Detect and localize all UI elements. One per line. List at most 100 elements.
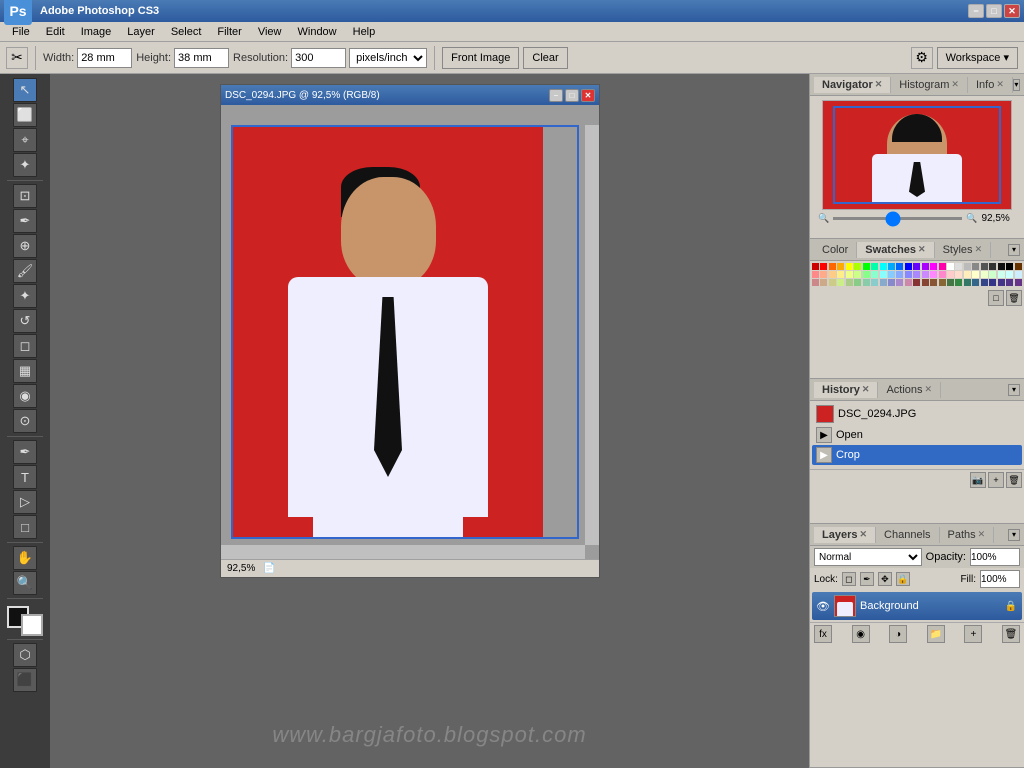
new-layer-button[interactable]: + [964, 625, 982, 643]
tab-info-close[interactable]: ✕ [996, 79, 1004, 90]
healing-brush-tool[interactable]: ⊕ [13, 234, 37, 258]
lasso-tool[interactable]: ⌖ [13, 128, 37, 152]
swatch-26[interactable] [820, 271, 827, 278]
swatch-66[interactable] [947, 279, 954, 286]
magic-wand-tool[interactable]: ✦ [13, 153, 37, 177]
new-group-button[interactable]: 📁 [927, 625, 945, 643]
swatch-14[interactable] [930, 263, 937, 270]
delete-layer-button[interactable]: 🗑 [1002, 625, 1020, 643]
swatch-41[interactable] [947, 271, 954, 278]
new-swatch-button[interactable]: □ [988, 290, 1004, 306]
menu-help[interactable]: Help [345, 24, 384, 40]
swatch-8[interactable] [880, 263, 887, 270]
swatch-52[interactable] [829, 279, 836, 286]
swatch-49[interactable] [1015, 271, 1022, 278]
swatch-56[interactable] [863, 279, 870, 286]
tab-actions[interactable]: Actions ✕ [878, 382, 941, 398]
swatch-29[interactable] [846, 271, 853, 278]
swatch-6[interactable] [863, 263, 870, 270]
doc-minimize-button[interactable]: − [549, 89, 563, 102]
swatch-61[interactable] [905, 279, 912, 286]
tab-history-close[interactable]: ✕ [862, 384, 870, 395]
swatch-15[interactable] [939, 263, 946, 270]
swatch-33[interactable] [880, 271, 887, 278]
resolution-unit-select[interactable]: pixels/inch pixels/cm [349, 48, 427, 68]
crop-tool[interactable]: ⊡ [13, 184, 37, 208]
swatch-69[interactable] [972, 279, 979, 286]
swatch-58[interactable] [880, 279, 887, 286]
delete-swatch-button[interactable]: 🗑 [1006, 290, 1022, 306]
layers-panel-collapse[interactable]: ▾ [1008, 529, 1020, 541]
swatch-21[interactable] [989, 263, 996, 270]
fill-input[interactable] [980, 570, 1020, 588]
workspace-button[interactable]: Workspace ▾ [937, 47, 1018, 69]
tab-histogram-close[interactable]: ✕ [951, 79, 959, 90]
swatch-74[interactable] [1015, 279, 1022, 286]
swatch-2[interactable] [829, 263, 836, 270]
swatch-23[interactable] [1006, 263, 1013, 270]
swatch-11[interactable] [905, 263, 912, 270]
swatch-46[interactable] [989, 271, 996, 278]
history-panel-collapse[interactable]: ▾ [1008, 384, 1020, 396]
quick-mask-mode[interactable]: ⬡ [13, 643, 37, 667]
tab-navigator-close[interactable]: ✕ [875, 79, 883, 90]
swatch-4[interactable] [846, 263, 853, 270]
crop-tool-options-icon[interactable]: ✂ [6, 47, 28, 69]
path-selection-tool[interactable]: ▷ [13, 490, 37, 514]
layer-item-background[interactable]: 👁 Background 🔒 [812, 592, 1022, 620]
swatch-17[interactable] [955, 263, 962, 270]
menu-view[interactable]: View [250, 24, 290, 40]
tab-styles-close[interactable]: ✕ [975, 244, 983, 255]
doc-close-button[interactable]: ✕ [581, 89, 595, 102]
document-scrollbar-horizontal[interactable] [221, 545, 585, 559]
swatch-60[interactable] [896, 279, 903, 286]
swatch-24[interactable] [1015, 263, 1022, 270]
tab-actions-close[interactable]: ✕ [925, 384, 933, 395]
history-item-0[interactable]: DSC_0294.JPG [812, 403, 1022, 425]
blend-mode-select[interactable]: Normal Multiply Screen [814, 548, 922, 566]
swatch-44[interactable] [972, 271, 979, 278]
hand-tool[interactable]: ✋ [13, 546, 37, 570]
swatch-57[interactable] [871, 279, 878, 286]
swatch-59[interactable] [888, 279, 895, 286]
swatch-31[interactable] [863, 271, 870, 278]
shape-tool[interactable]: □ [13, 515, 37, 539]
height-input[interactable] [174, 48, 229, 68]
menu-layer[interactable]: Layer [119, 24, 163, 40]
new-fill-adjustment-button[interactable]: ◑ [889, 625, 907, 643]
front-image-button[interactable]: Front Image [442, 47, 519, 69]
swatch-19[interactable] [972, 263, 979, 270]
history-brush-tool[interactable]: ↺ [13, 309, 37, 333]
move-tool[interactable]: ↖ [13, 78, 37, 102]
pen-tool[interactable]: ✒ [13, 440, 37, 464]
menu-edit[interactable]: Edit [38, 24, 73, 40]
tab-history[interactable]: History ✕ [814, 382, 878, 398]
swatch-63[interactable] [922, 279, 929, 286]
color-panel-collapse[interactable]: ▾ [1008, 244, 1020, 256]
tab-paths[interactable]: Paths ✕ [940, 527, 995, 543]
swatch-16[interactable] [947, 263, 954, 270]
tab-channels[interactable]: Channels [876, 527, 939, 543]
navigator-panel-collapse[interactable]: ▾ [1013, 79, 1020, 91]
text-tool[interactable]: T [13, 465, 37, 489]
swatch-39[interactable] [930, 271, 937, 278]
swatch-25[interactable] [812, 271, 819, 278]
swatch-28[interactable] [837, 271, 844, 278]
new-doc-from-state-button[interactable]: + [988, 472, 1004, 488]
tab-swatches-close[interactable]: ✕ [918, 244, 926, 255]
swatch-47[interactable] [998, 271, 1005, 278]
swatch-27[interactable] [829, 271, 836, 278]
workspace-options-icon[interactable]: ⚙ [911, 47, 933, 69]
width-input[interactable] [77, 48, 132, 68]
swatch-64[interactable] [930, 279, 937, 286]
lock-image-pixels[interactable]: ✒ [860, 572, 874, 586]
tab-paths-close[interactable]: ✕ [978, 529, 986, 540]
swatch-1[interactable] [820, 263, 827, 270]
resolution-input[interactable] [291, 48, 346, 68]
swatch-62[interactable] [913, 279, 920, 286]
brush-tool[interactable]: 🖌 [13, 259, 37, 283]
swatch-67[interactable] [955, 279, 962, 286]
clone-stamp-tool[interactable]: ✦ [13, 284, 37, 308]
marquee-tool[interactable]: ⬜ [13, 103, 37, 127]
swatch-22[interactable] [998, 263, 1005, 270]
